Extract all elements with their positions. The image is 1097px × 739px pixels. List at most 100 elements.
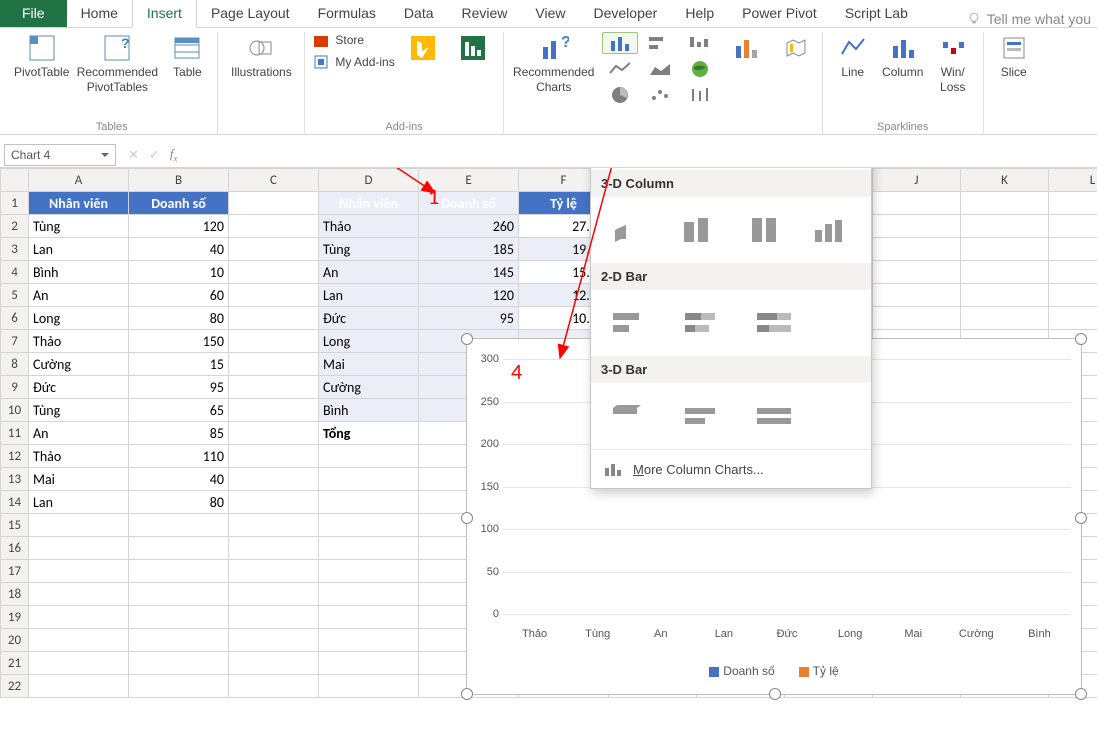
annotation-1: 1 xyxy=(428,183,439,210)
btn-slicer[interactable]: Slice xyxy=(992,32,1036,79)
group-label-sparklines: Sparklines xyxy=(831,119,975,133)
opt-3d-100stacked-bar[interactable] xyxy=(747,393,805,439)
cancel-icon[interactable]: ✕ xyxy=(128,147,139,163)
formula-bar: Chart 4 ✕ ✓ fx xyxy=(0,143,1097,168)
opt-3d-stacked[interactable] xyxy=(671,207,725,253)
tab-view[interactable]: View xyxy=(521,0,579,27)
tab-help[interactable]: Help xyxy=(671,0,728,27)
pivotchart-icon xyxy=(732,34,760,62)
ribbon-group-tables: PivotTable ? RecommendedPivotTables Tabl… xyxy=(6,32,218,134)
lightbulb-icon xyxy=(967,12,981,26)
ribbon: PivotTable ? RecommendedPivotTables Tabl… xyxy=(0,28,1097,135)
row[interactable]: 1Nhân viênDoanh sốNhân viênDoanh sốTỷ lệ xyxy=(1,192,1097,215)
sparkline-wl-icon xyxy=(939,34,967,62)
tellme-search[interactable]: Tell me what you xyxy=(967,11,1097,27)
btn-waterfall-chart[interactable] xyxy=(682,32,718,54)
tab-page-layout[interactable]: Page Layout xyxy=(197,0,304,27)
btn-bing-maps[interactable] xyxy=(401,32,445,64)
tab-data[interactable]: Data xyxy=(390,0,448,27)
btn-3dmap[interactable] xyxy=(774,32,818,64)
tab-home[interactable]: Home xyxy=(67,0,132,27)
resize-handle[interactable] xyxy=(769,688,781,700)
row[interactable]: 6Long80Đức9510.00 xyxy=(1,307,1097,330)
chart-x-axis: ThảoTùngAnLanĐứcLongMaiCườngBình xyxy=(503,628,1071,640)
ribbon-group-filters: Slice xyxy=(984,32,1044,134)
bing-icon xyxy=(411,36,435,60)
opt-stacked-bar[interactable] xyxy=(675,300,733,346)
btn-globe-chart[interactable] xyxy=(682,58,718,80)
resize-handle[interactable] xyxy=(461,333,473,345)
table-icon xyxy=(173,34,201,62)
tab-file[interactable]: File xyxy=(0,0,67,27)
store-icon xyxy=(313,32,329,48)
addins-icon xyxy=(313,54,329,70)
btn-people-graph[interactable] xyxy=(451,32,495,64)
btn-illustrations[interactable]: Illustrations xyxy=(226,32,296,79)
tab-review[interactable]: Review xyxy=(448,0,522,27)
rec-charts-icon: ? xyxy=(539,33,569,63)
shapes-icon xyxy=(247,34,275,62)
tab-power-pivot[interactable]: Power Pivot xyxy=(728,0,831,27)
row[interactable]: 4Bình10An14515.20 xyxy=(1,261,1097,284)
resize-handle[interactable] xyxy=(1075,512,1087,524)
btn-table[interactable]: Table xyxy=(165,32,209,79)
dropdown-section-3d-bar: 3-D Bar xyxy=(591,356,871,383)
slicer-icon xyxy=(1000,34,1028,62)
btn-store[interactable]: Store xyxy=(313,32,394,48)
btn-line-chart[interactable] xyxy=(602,58,638,80)
btn-scatter-chart[interactable] xyxy=(642,84,678,106)
btn-my-addins[interactable]: My Add-ins xyxy=(313,54,394,70)
row[interactable]: 2Tùng120Thảo26027.37 xyxy=(1,215,1097,238)
resize-handle[interactable] xyxy=(461,688,473,700)
chart-legend: Doanh số Tỷ lệ xyxy=(467,664,1081,678)
btn-pivottable[interactable]: PivotTable xyxy=(14,32,69,79)
btn-stock-chart[interactable] xyxy=(682,84,718,106)
dropdown-section-3d-column: 3-D Column xyxy=(591,170,871,197)
chart-type-grid xyxy=(602,32,718,106)
opt-3d-100stacked[interactable] xyxy=(738,207,792,253)
group-label-tables: Tables xyxy=(14,119,209,133)
pivottable-icon xyxy=(28,34,56,62)
opt-clustered-bar[interactable] xyxy=(603,300,661,346)
opt-3d-column[interactable] xyxy=(806,207,860,253)
group-label-addins: Add-ins xyxy=(313,119,494,133)
tab-developer[interactable]: Developer xyxy=(580,0,672,27)
ribbon-tabstrip: File Home Insert Page Layout Formulas Da… xyxy=(0,0,1097,28)
map-icon xyxy=(782,34,810,62)
fx-icon[interactable]: fx xyxy=(170,146,178,164)
tellme-placeholder: Tell me what you xyxy=(987,11,1091,27)
sparkline-col-icon xyxy=(889,34,917,62)
btn-spark-column[interactable]: Column xyxy=(881,32,925,79)
btn-column-chart[interactable] xyxy=(602,32,638,54)
row[interactable]: 5An60Lan12012.63 xyxy=(1,284,1097,307)
tab-script-lab[interactable]: Script Lab xyxy=(831,0,922,27)
dropdown-section-2d-bar: 2-D Bar xyxy=(591,263,871,290)
ribbon-group-sparklines: Line Column Win/Loss Sparklines xyxy=(823,32,984,134)
row[interactable]: 3Lan40Tùng18519.47 xyxy=(1,238,1097,261)
btn-spark-winloss[interactable]: Win/Loss xyxy=(931,32,975,94)
rec-pivot-icon: ? xyxy=(103,34,131,62)
btn-bar-chart[interactable] xyxy=(642,32,678,54)
tab-formulas[interactable]: Formulas xyxy=(304,0,390,27)
btn-pie-chart[interactable] xyxy=(602,84,638,106)
btn-area-chart[interactable] xyxy=(642,58,678,80)
confirm-icon[interactable]: ✓ xyxy=(149,147,160,163)
more-column-charts[interactable]: More Column Charts... xyxy=(591,449,871,488)
column-chart-dropdown: 2-D Column 3-D Column 2-D Bar 3-D Bar Mo… xyxy=(590,168,872,489)
opt-3d-stacked-bar[interactable] xyxy=(675,393,733,439)
name-box[interactable]: Chart 4 xyxy=(4,144,116,166)
btn-spark-line[interactable]: Line xyxy=(831,32,875,79)
opt-3d-clustered[interactable] xyxy=(603,207,657,253)
chart-y-axis: 050100150200250300 xyxy=(471,359,501,614)
resize-handle[interactable] xyxy=(1075,688,1087,700)
tab-insert[interactable]: Insert xyxy=(132,0,197,28)
btn-recommended-pivottables[interactable]: ? RecommendedPivotTables xyxy=(75,32,159,94)
column-headers[interactable]: ABC DEF GHI JKL xyxy=(1,169,1097,192)
resize-handle[interactable] xyxy=(1075,333,1087,345)
dropdown-icon xyxy=(101,151,109,159)
opt-100stacked-bar[interactable] xyxy=(747,300,805,346)
btn-recommended-charts[interactable]: ? RecommendedCharts xyxy=(512,32,596,94)
btn-pivotchart[interactable] xyxy=(724,32,768,64)
opt-3d-clustered-bar[interactable] xyxy=(603,393,661,439)
select-all-cell[interactable] xyxy=(1,169,29,192)
